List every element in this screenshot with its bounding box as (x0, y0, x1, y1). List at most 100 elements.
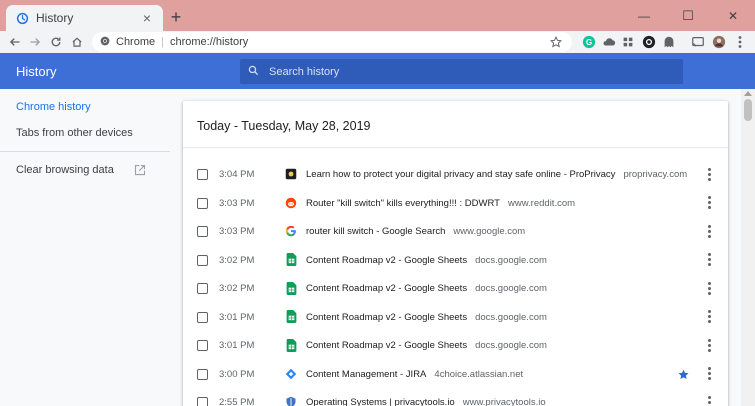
window-close-button[interactable]: ✕ (711, 0, 755, 31)
history-card: Today - Tuesday, May 28, 2019 3:04 PM Le… (183, 101, 728, 406)
history-row[interactable]: 2:55 PM Operating Systems | privacytools… (183, 389, 728, 406)
row-menu-icon[interactable] (703, 366, 715, 382)
privacy-extension-icon[interactable] (641, 34, 657, 50)
clear-browsing-data-link[interactable]: Clear browsing data (16, 164, 114, 176)
row-checkbox[interactable] (197, 226, 208, 237)
home-icon (72, 37, 82, 47)
row-domain: proprivacy.com (623, 169, 688, 180)
back-button[interactable] (6, 33, 24, 51)
extension-grid-icon[interactable] (620, 34, 636, 50)
home-button[interactable] (68, 33, 86, 51)
grammarly-icon[interactable]: G (581, 34, 597, 50)
row-menu-icon[interactable] (703, 309, 715, 325)
search-bar[interactable] (240, 59, 683, 84)
row-checkbox[interactable] (197, 340, 208, 351)
tab-strip: History × + — ☐ ✕ (0, 0, 755, 31)
row-menu-icon[interactable] (703, 394, 715, 406)
row-title[interactable]: Router "kill switch" kills everything!!!… (306, 198, 500, 209)
history-row[interactable]: 3:00 PM Content Management - JIRA 4choice… (183, 361, 728, 389)
history-row[interactable]: 3:02 PM Content Roadmap v2 - Google Shee… (183, 275, 728, 303)
row-domain: docs.google.com (475, 283, 547, 294)
row-checkbox[interactable] (197, 169, 208, 180)
minimize-button[interactable]: — (622, 0, 666, 31)
row-time: 3:03 PM (219, 226, 255, 237)
row-menu-icon[interactable] (703, 252, 715, 268)
forward-button[interactable] (26, 33, 44, 51)
google-icon (284, 224, 298, 238)
reload-button[interactable] (47, 33, 65, 51)
row-time: 3:01 PM (219, 340, 255, 351)
jira-icon (284, 367, 298, 381)
tab-title: History (36, 11, 74, 25)
url-text[interactable]: chrome://history (170, 36, 248, 48)
row-menu-icon[interactable] (703, 280, 715, 296)
row-title-link[interactable]: Learn how to protect your digital privac… (306, 169, 687, 180)
row-title[interactable]: Learn how to protect your digital privac… (306, 169, 615, 180)
scroll-thumb[interactable] (744, 99, 752, 121)
cast-icon[interactable] (690, 34, 706, 50)
row-menu-icon[interactable] (703, 195, 715, 211)
row-title[interactable]: Content Roadmap v2 - Google Sheets (306, 255, 467, 266)
row-time: 2:55 PM (219, 397, 255, 406)
open-in-new-icon[interactable] (134, 164, 146, 176)
row-title-link[interactable]: Content Roadmap v2 - Google Sheets docs.g… (306, 255, 547, 266)
history-icon (14, 10, 30, 26)
row-checkbox[interactable] (197, 197, 208, 209)
bookmark-star-icon[interactable] (548, 34, 564, 50)
scroll-up-arrow-icon[interactable] (744, 91, 752, 96)
row-menu-icon[interactable] (703, 223, 715, 239)
cloud-extension-icon[interactable] (601, 34, 617, 50)
history-row[interactable]: 3:01 PM Content Roadmap v2 - Google Shee… (183, 332, 728, 360)
row-menu-icon[interactable] (703, 166, 715, 182)
row-title[interactable]: Content Management - JIRA (306, 369, 426, 380)
row-checkbox[interactable] (197, 397, 208, 406)
row-domain: docs.google.com (475, 254, 547, 266)
svg-text:G: G (586, 38, 592, 47)
reload-icon (51, 37, 61, 47)
history-row[interactable]: 3:03 PM Router "kill switch" kills every… (183, 190, 728, 218)
row-title[interactable]: Content Roadmap v2 - Google Sheets (306, 312, 467, 323)
row-checkbox[interactable] (197, 311, 208, 323)
row-domain: 4choice.atlassian.net (434, 368, 524, 380)
row-checkbox[interactable] (197, 254, 208, 266)
profile-avatar-icon[interactable] (711, 34, 727, 50)
row-time: 3:04 PM (219, 169, 255, 180)
new-tab-button[interactable]: + (166, 8, 186, 28)
chrome-menu-icon[interactable] (734, 34, 746, 50)
row-title-link[interactable]: Router "kill switch" kills everything!!!… (306, 198, 575, 209)
row-title[interactable]: Operating Systems | privacytools.io (306, 397, 455, 406)
tab-history[interactable]: History × (6, 5, 163, 31)
scrollbar[interactable] (741, 89, 755, 406)
row-time: 3:03 PM (219, 197, 255, 209)
ghost-extension-icon[interactable] (661, 34, 677, 50)
page-title: History (16, 64, 57, 79)
row-title-link[interactable]: Content Management - JIRA 4choice.atlassi… (306, 369, 523, 380)
row-title-link[interactable]: router kill switch - Google Search www.go… (306, 226, 525, 237)
history-row[interactable]: 3:02 PM Content Roadmap v2 - Google Shee… (183, 247, 728, 275)
forward-arrow-icon (30, 38, 41, 46)
row-title[interactable]: Content Roadmap v2 - Google Sheets (306, 340, 467, 351)
search-icon (248, 65, 259, 79)
row-title[interactable]: Content Roadmap v2 - Google Sheets (306, 283, 467, 294)
tab-close-icon[interactable]: × (139, 10, 155, 26)
row-title-link[interactable]: Content Roadmap v2 - Google Sheets docs.g… (306, 340, 547, 351)
sidebar-item-chrome-history[interactable]: Chrome history (16, 101, 91, 113)
sidebar-item-tabs-other-devices[interactable]: Tabs from other devices (16, 127, 133, 139)
address-bar[interactable]: Chrome | chrome://history (92, 32, 572, 52)
row-domain: docs.google.com (475, 311, 547, 323)
maximize-button[interactable]: ☐ (666, 0, 710, 31)
sidebar: Chrome history Tabs from other devices C… (0, 89, 170, 406)
row-checkbox[interactable] (197, 283, 208, 294)
row-title-link[interactable]: Content Roadmap v2 - Google Sheets docs.g… (306, 312, 547, 323)
row-title-link[interactable]: Content Roadmap v2 - Google Sheets docs.g… (306, 283, 547, 294)
search-input[interactable] (269, 65, 649, 78)
row-title[interactable]: router kill switch - Google Search (306, 226, 445, 237)
row-title-link[interactable]: Operating Systems | privacytools.io www.p… (306, 397, 546, 406)
proprivacy-icon (284, 167, 298, 181)
row-checkbox[interactable] (197, 368, 208, 380)
history-row[interactable]: 3:03 PM router kill switch - Google Sear… (183, 218, 728, 246)
history-row[interactable]: 3:01 PM Content Roadmap v2 - Google Shee… (183, 304, 728, 332)
row-menu-icon[interactable] (703, 337, 715, 353)
row-time: 3:00 PM (219, 368, 255, 380)
history-row[interactable]: 3:04 PM Learn how to protect your digita… (183, 161, 728, 189)
